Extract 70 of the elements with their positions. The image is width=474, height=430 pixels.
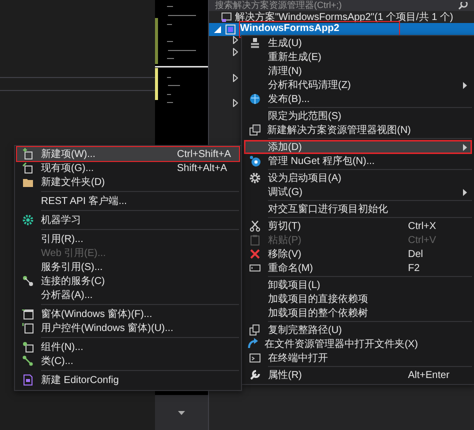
user-control-icon <box>22 322 34 334</box>
caret-down-icon <box>178 410 185 414</box>
tree-item[interactable]: 解决方案"WindowsFormsApp2"(1 个项目/共 1 个) <box>209 11 474 23</box>
menu-item[interactable]: 机器学习 <box>17 213 239 227</box>
terminal-icon <box>249 352 261 364</box>
windows-icon <box>248 124 260 136</box>
menu-item[interactable]: REST API 客户端... <box>17 194 239 208</box>
collapsed-arrow-icon <box>233 74 238 82</box>
menu-item[interactable]: 复制完整路径(U) <box>244 323 472 337</box>
menu-item[interactable]: 分析和代码清理(Z) <box>244 78 472 92</box>
menu-item[interactable]: 生成(U) <box>244 36 472 50</box>
menu-item[interactable]: 组件(N)... <box>17 340 239 354</box>
menu-item[interactable]: 类(C)... <box>17 354 239 368</box>
project-label: WindowsFormsApp2 <box>240 22 400 37</box>
connected-service-icon <box>22 275 34 287</box>
class-icon <box>22 355 34 367</box>
scissors-icon <box>249 220 261 232</box>
menu-item[interactable]: 移除(V) Del <box>244 247 472 261</box>
menu-item[interactable]: 重新生成(E) <box>244 50 472 64</box>
build-icon <box>249 37 261 49</box>
clipboard-icon <box>249 234 261 246</box>
scroll-down-button[interactable] <box>155 395 208 430</box>
copy-icon <box>249 324 261 336</box>
menu-item[interactable]: 窗体(Windows 窗体)(F)... <box>17 307 239 321</box>
search-icon <box>458 2 468 10</box>
folder-icon <box>22 176 34 188</box>
menu-item[interactable]: 在终端中打开 <box>244 351 472 365</box>
rename-icon <box>249 262 261 274</box>
menu-item[interactable]: 添加(D) <box>244 140 472 154</box>
globe-icon <box>249 93 261 105</box>
menu-item[interactable]: 加载项目的直接依赖项 <box>244 292 472 306</box>
menu-item[interactable]: 对交互窗口进行项目初始化 <box>244 202 472 216</box>
menu-item[interactable]: 新建解决方案资源管理器视图(N) <box>244 123 472 137</box>
solution-label: 解决方案"WindowsFormsApp2"(1 个项目/共 1 个) <box>235 10 454 24</box>
menu-item[interactable]: 分析器(A)... <box>17 288 239 302</box>
menu-item[interactable]: 发布(B)... <box>244 92 472 106</box>
menu-item[interactable]: 属性(R) Alt+Enter <box>244 368 472 382</box>
menu-item[interactable]: 剪切(T) Ctrl+X <box>244 219 472 233</box>
menu-item[interactable]: 卸载项目(L) <box>244 278 472 292</box>
existing-item-icon <box>22 162 34 174</box>
menu-item[interactable]: 新建文件夹(D) <box>17 175 239 189</box>
solution-icon <box>221 12 232 22</box>
package-icon <box>249 155 261 167</box>
menu-item[interactable]: 服务引用(S)... <box>17 260 239 274</box>
menu-item[interactable]: 限定为此范围(S) <box>244 109 472 123</box>
menu-item[interactable]: 管理 NuGet 程序包(N)... <box>244 154 472 168</box>
menu-item[interactable]: 重命名(M) F2 <box>244 261 472 275</box>
new-item-icon <box>22 148 34 160</box>
collapsed-arrow-icon <box>233 99 238 107</box>
menu-item[interactable]: 现有项(G)... Shift+Alt+A <box>17 161 239 175</box>
menu-item[interactable]: 在文件资源管理器中打开文件夹(X) <box>244 337 472 351</box>
form-icon <box>22 308 34 320</box>
menu-item[interactable]: 加载项目的整个依赖树 <box>244 306 472 320</box>
menu-item[interactable]: 调试(G) <box>244 185 472 199</box>
curved-arrow-icon <box>247 338 260 350</box>
menu-item[interactable]: 连接的服务(C) <box>17 274 239 288</box>
project-icon <box>225 24 236 35</box>
machine-learning-icon <box>22 214 34 226</box>
settings-icon <box>249 172 261 184</box>
menu-item[interactable]: 新建项(W)... Ctrl+Shift+A <box>17 147 239 161</box>
wrench-icon <box>249 369 261 381</box>
menu-item[interactable]: 用户控件(Windows 窗体)(U)... <box>17 321 239 335</box>
menu-item[interactable]: 设为启动项目(A) <box>244 171 472 185</box>
menu-item[interactable]: 引用(R)... <box>17 232 239 246</box>
menu-item[interactable]: 清理(N) <box>244 64 472 78</box>
remove-icon <box>249 248 261 260</box>
menu-item[interactable]: 新建 EditorConfig <box>17 373 239 387</box>
tree-item[interactable]: WindowsFormsApp2 <box>209 23 474 36</box>
component-icon <box>22 341 34 353</box>
file-icon <box>22 374 34 386</box>
